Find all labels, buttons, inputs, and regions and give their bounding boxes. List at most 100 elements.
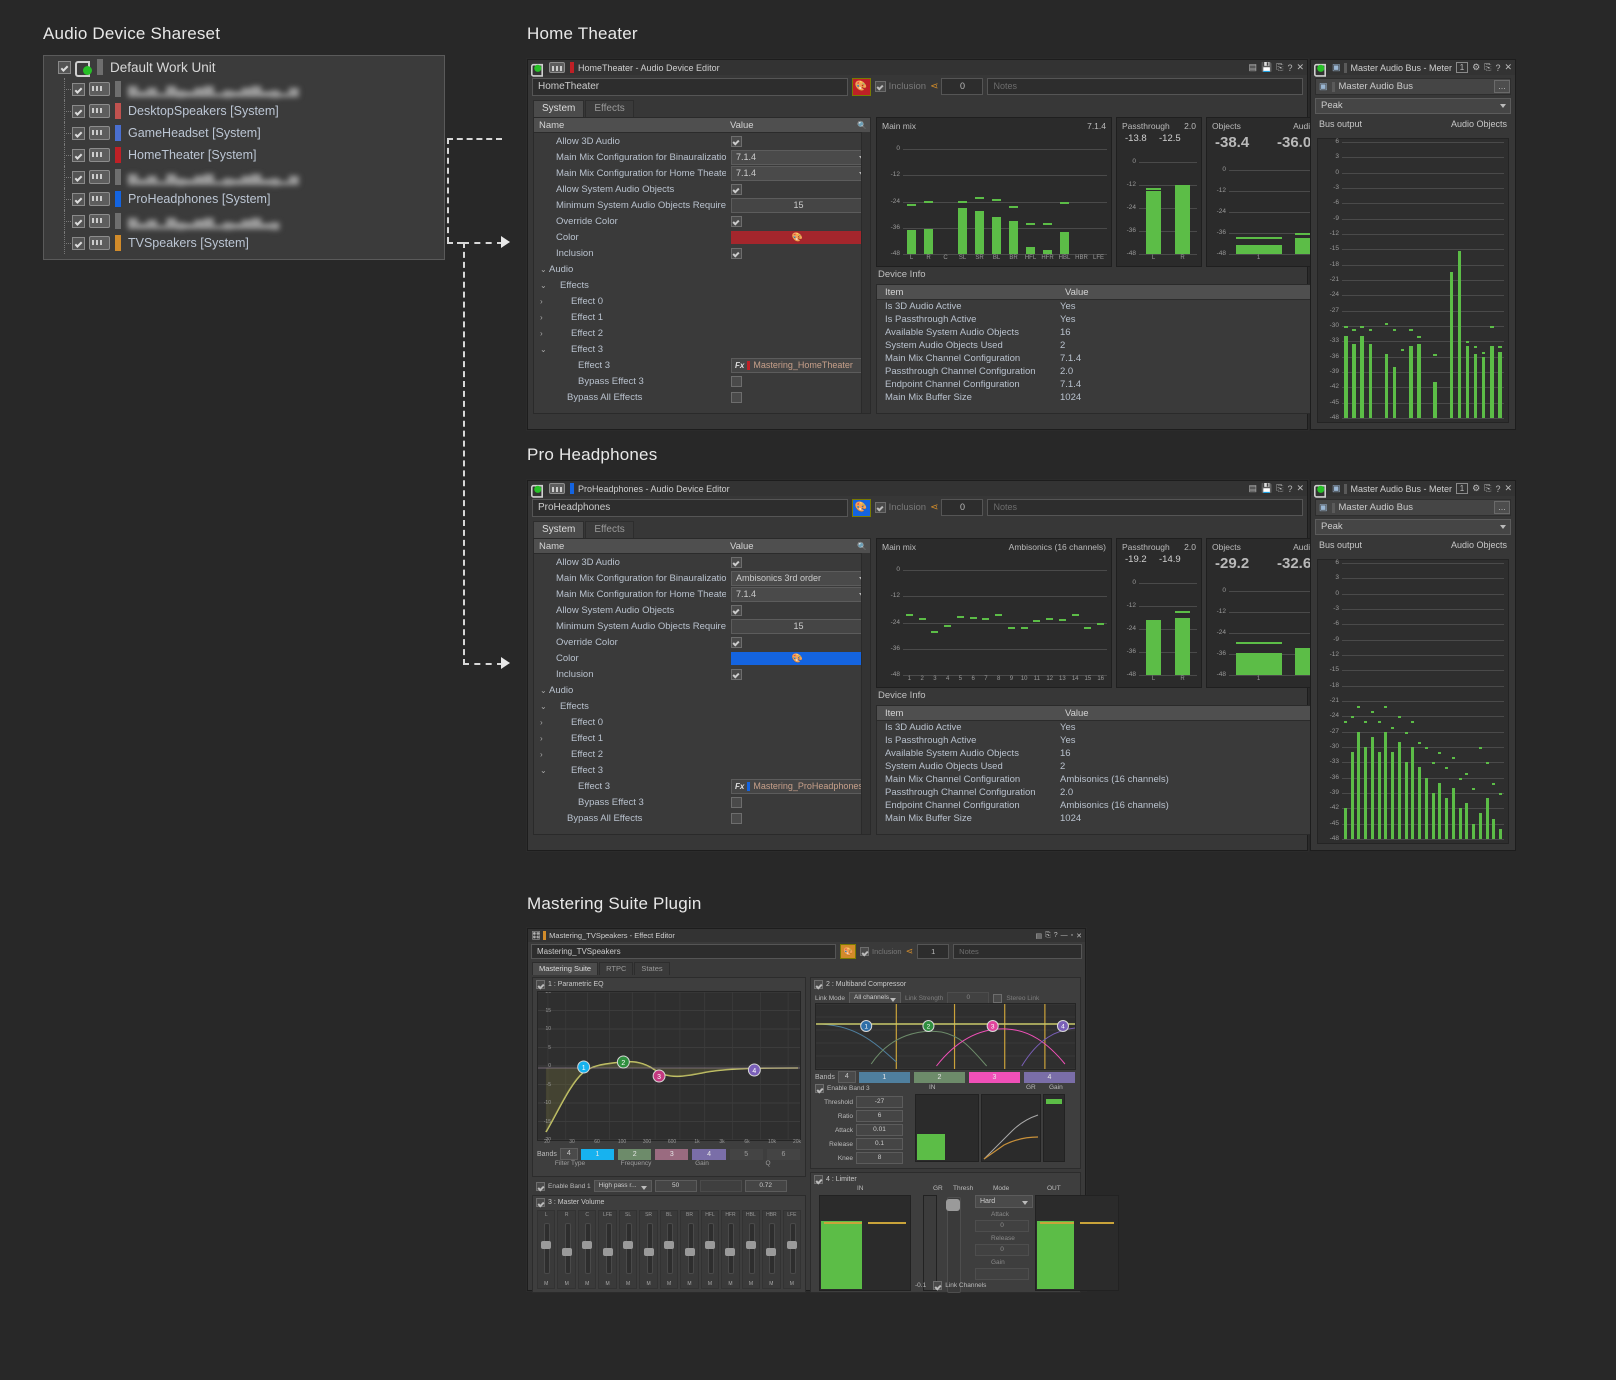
- eq-band-chip-5[interactable]: 5: [729, 1148, 763, 1160]
- fader-column[interactable]: HFR M: [721, 1210, 740, 1289]
- root-checkbox[interactable]: [58, 60, 71, 74]
- share-count[interactable]: 0: [941, 78, 984, 95]
- property-row[interactable]: Main Mix Configuration for Binauralizati…: [534, 570, 870, 586]
- tree-item-checkbox[interactable]: [72, 126, 85, 140]
- property-row[interactable]: Bypass Effect 3: [534, 373, 870, 389]
- mbc-gr-meter[interactable]: [1043, 1094, 1065, 1162]
- gain-field[interactable]: [699, 1180, 742, 1192]
- mbc-band-chip-1[interactable]: 1: [858, 1071, 910, 1083]
- help-icon[interactable]: ?: [1495, 63, 1500, 73]
- share-icon[interactable]: ⋖: [930, 502, 938, 513]
- fader-column[interactable]: LM: [537, 1210, 556, 1289]
- property-row[interactable]: Color 🎨: [534, 650, 870, 666]
- eq-enable-checkbox[interactable]: [536, 980, 545, 989]
- chevron-down-icon[interactable]: ⌄: [540, 265, 549, 274]
- help-icon[interactable]: ?: [1287, 484, 1292, 494]
- property-row[interactable]: Inclusion: [534, 245, 870, 261]
- limiter-thresh-knob[interactable]: [946, 1199, 960, 1211]
- property-row[interactable]: Minimum System Audio Objects Required 15: [534, 197, 870, 213]
- property-row[interactable]: Effect 3 Fx Mastering_ProHeadphones: [534, 778, 870, 794]
- pro-headphones-window[interactable]: ProHeadphones - Audio Device Editor ▤ 💾 ⎘? ✕…: [527, 480, 1352, 851]
- tree-item-checkbox[interactable]: [72, 104, 85, 118]
- property-row[interactable]: Effect 3 Fx Mastering_HomeTheater: [534, 357, 870, 373]
- fader-knob[interactable]: [623, 1241, 634, 1249]
- property-color-swatch[interactable]: 🎨: [731, 230, 864, 244]
- tile-icon[interactable]: ▤: [1249, 62, 1258, 73]
- tree-item-row[interactable]: HomeTheater [System]: [44, 144, 444, 166]
- property-row[interactable]: › Effect 1: [534, 730, 870, 746]
- fader-knob[interactable]: [643, 1248, 654, 1256]
- filter-type-dropdown[interactable]: High pass r...: [593, 1180, 652, 1192]
- notes-field[interactable]: Notes: [987, 499, 1304, 516]
- mbc-param-field[interactable]: 6: [856, 1110, 903, 1122]
- meter-mode-select[interactable]: Peak: [1315, 98, 1511, 114]
- fader-column[interactable]: SL M: [618, 1210, 638, 1289]
- minimize-icon[interactable]: —: [1061, 932, 1068, 939]
- limiter-panel[interactable]: 4 : Limiter IN GR Thresh Mode OUT Hard Attack 0 R…: [810, 1172, 1119, 1293]
- fader-mute-button[interactable]: M: [599, 1281, 615, 1287]
- fader-knob[interactable]: [541, 1241, 552, 1249]
- inclusion-checkbox[interactable]: [874, 502, 886, 513]
- mbc-bands-stepper[interactable]: 4: [837, 1071, 856, 1083]
- eq-band-chip-6[interactable]: 6: [766, 1148, 800, 1160]
- property-row[interactable]: ⌄ Effects: [534, 698, 870, 714]
- chevron-right-icon[interactable]: ›: [540, 734, 549, 743]
- close-icon[interactable]: ✕: [1504, 62, 1512, 73]
- mbc-band-chip-4[interactable]: 4: [1023, 1071, 1075, 1083]
- property-dropdown[interactable]: 7.1.4: [731, 149, 870, 165]
- inclusion-toggle[interactable]: Inclusion: [874, 502, 926, 513]
- save-icon[interactable]: 💾: [1261, 483, 1272, 494]
- tree-root-row[interactable]: Default Work Unit: [44, 56, 444, 78]
- q-field[interactable]: 0.72: [744, 1180, 787, 1192]
- share-group[interactable]: ⋖ 0: [930, 499, 984, 516]
- fader-mute-button[interactable]: M: [558, 1281, 574, 1287]
- scrollbar-vertical[interactable]: [861, 132, 870, 413]
- tree-item-checkbox[interactable]: [72, 148, 85, 162]
- share-count[interactable]: 0: [941, 499, 984, 516]
- tree-item-row[interactable]: ▆▃▅▂▆▄▃▅▆▂▄▃▅▆▃▄▂▅: [44, 166, 444, 188]
- chevron-down-icon[interactable]: ⌄: [540, 766, 549, 775]
- eq-band-chip-1[interactable]: 1: [580, 1148, 615, 1160]
- close-icon[interactable]: ✕: [1296, 62, 1304, 73]
- close-icon[interactable]: ✕: [1296, 483, 1304, 494]
- fader-mute-button[interactable]: M: [722, 1281, 738, 1287]
- share-icon[interactable]: ⋖: [906, 946, 914, 957]
- fader-column[interactable]: HBR M: [762, 1210, 781, 1289]
- property-row[interactable]: Main Mix Configuration for Home Theater 7…: [534, 165, 870, 181]
- chevron-right-icon[interactable]: ›: [540, 718, 549, 727]
- tree-item-row[interactable]: DesktopSpeakers [System]: [44, 100, 444, 122]
- property-row[interactable]: ⌄ Effect 3: [534, 762, 870, 778]
- property-checkbox[interactable]: [731, 668, 742, 680]
- property-row[interactable]: › Effect 0: [534, 714, 870, 730]
- search-icon[interactable]: 🔍: [852, 542, 870, 551]
- master-volume-enable-checkbox[interactable]: [536, 1198, 545, 1207]
- parametric-eq-panel[interactable]: 1 : Parametric EQ 1 2 3 4 20 15 10 5 0 -5 -10 -15 -20…: [532, 977, 806, 1177]
- property-number[interactable]: 15: [731, 618, 866, 634]
- save-icon[interactable]: 💾: [1261, 62, 1272, 73]
- property-checkbox[interactable]: [731, 636, 742, 648]
- property-row[interactable]: ⌄ Effect 3: [534, 341, 870, 357]
- fader-knob[interactable]: [561, 1248, 572, 1256]
- property-color-swatch[interactable]: 🎨: [731, 651, 864, 665]
- gear-icon[interactable]: ⚙: [1472, 62, 1480, 73]
- meter-passthrough[interactable]: Passthrough 2.0 -19.2 -14.9 0 -12 -24 -36 -48 L R: [1116, 538, 1202, 688]
- color-picker-button[interactable]: 🎨: [851, 498, 871, 517]
- mbc-enable-band-checkbox[interactable]: [815, 1084, 824, 1093]
- meter-mode-select[interactable]: Peak: [1315, 519, 1511, 535]
- mbc-transfer-curve[interactable]: [981, 1094, 1041, 1162]
- tree-item-row[interactable]: ▆▃▅▂▆▄▃▅▆▂▄▃▅▆▃▄▂▅: [44, 78, 444, 100]
- help-icon[interactable]: ?: [1054, 932, 1058, 939]
- property-row[interactable]: › Effect 0: [534, 293, 870, 309]
- scrollbar-vertical[interactable]: [861, 553, 870, 834]
- maximize-icon[interactable]: ▫: [1071, 932, 1073, 939]
- fader-mute-button[interactable]: M: [661, 1281, 677, 1287]
- dock-icon[interactable]: ⎘: [1484, 62, 1491, 73]
- fader-knob[interactable]: [786, 1241, 797, 1249]
- fader-knob[interactable]: [725, 1248, 736, 1256]
- help-icon[interactable]: ?: [1287, 63, 1292, 73]
- property-checkbox[interactable]: [731, 796, 742, 808]
- property-row[interactable]: Main Mix Configuration for Binauralizati…: [534, 149, 870, 165]
- tab-rtpc[interactable]: RTPC: [599, 962, 634, 975]
- tab-system[interactable]: System: [533, 100, 585, 117]
- eq-curve-plot[interactable]: 1 2 3 4 20 15 10 5 0 -5 -10 -15 -20: [537, 991, 801, 1141]
